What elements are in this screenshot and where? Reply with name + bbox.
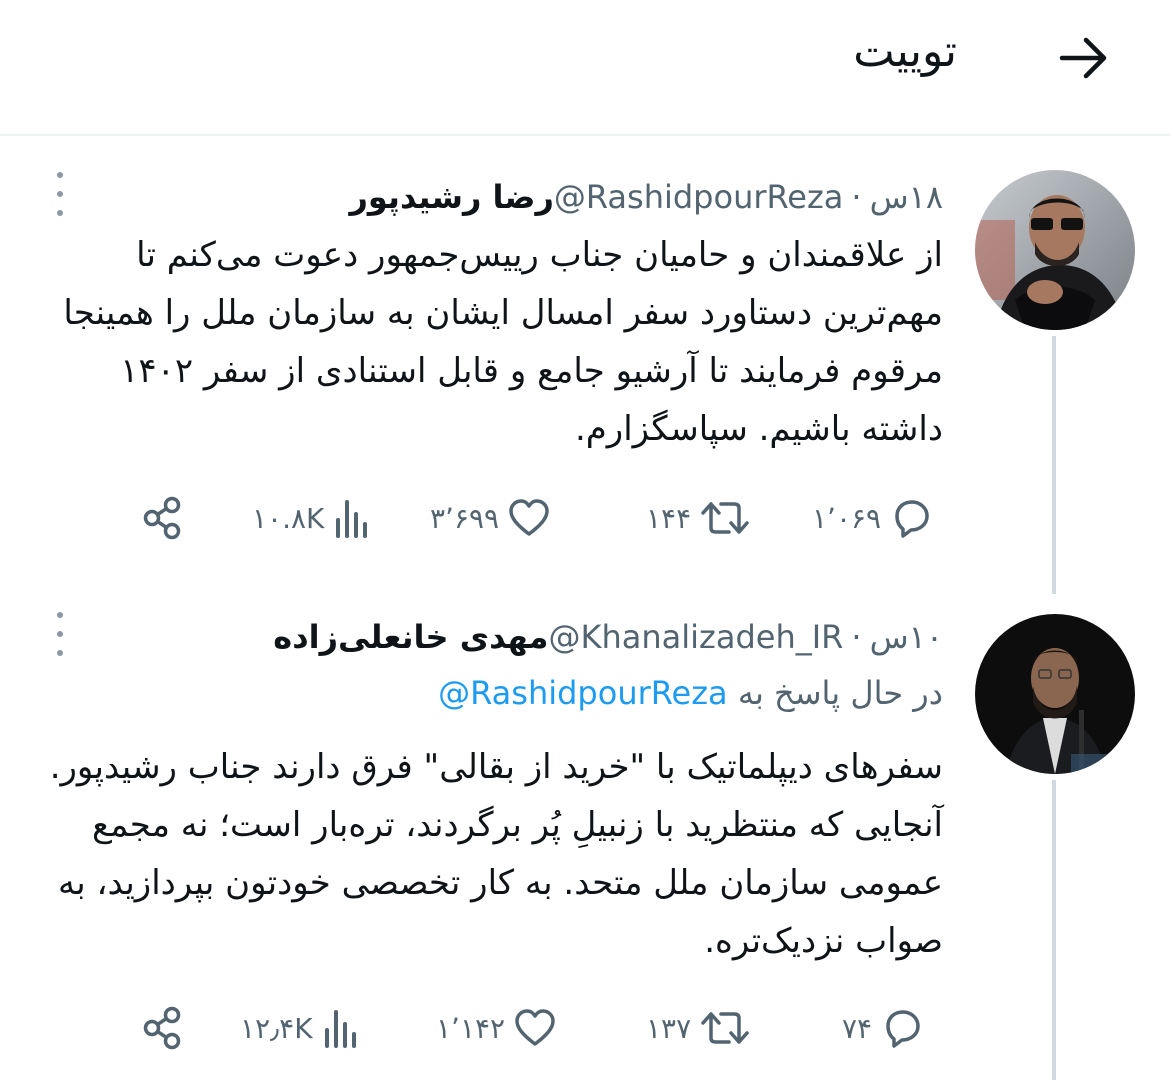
more-dot-icon bbox=[57, 650, 63, 656]
reply-icon bbox=[886, 1010, 920, 1048]
views-chart-icon bbox=[336, 500, 368, 538]
views-button[interactable]: ۱۲٫۴K bbox=[240, 998, 361, 1058]
share-button[interactable] bbox=[140, 998, 186, 1058]
reply-count: ۷۴ bbox=[842, 1011, 873, 1045]
retweet-icon bbox=[701, 1012, 749, 1044]
more-dot-icon bbox=[57, 172, 63, 178]
heart-icon bbox=[515, 1009, 555, 1046]
tweet-header: رضا رشیدپور @RashidpourReza · ۱۸س bbox=[337, 172, 943, 222]
display-name[interactable]: رضا رشیدپور bbox=[349, 178, 553, 216]
like-count: ۳٬۶۹۹ bbox=[430, 501, 500, 535]
retweet-button[interactable]: ۱۴۴ bbox=[646, 488, 751, 548]
tweet-header: مهدی خانعلی‌زاده @Khanalizadeh_IR · ۱۰س bbox=[261, 612, 943, 662]
more-dot-icon bbox=[57, 612, 63, 618]
tweet-text: از علاقمندان و حامیان جناب رییس‌جمهور دع… bbox=[63, 235, 943, 449]
more-dot-icon bbox=[57, 210, 63, 216]
avatar[interactable] bbox=[975, 614, 1135, 774]
retweet-count: ۱۴۴ bbox=[646, 501, 692, 535]
reply-count: ۱٬۰۶۹ bbox=[812, 501, 882, 535]
display-name[interactable]: مهدی خانعلی‌زاده bbox=[273, 618, 548, 656]
views-count: ۱۰.۸K bbox=[252, 501, 325, 535]
tweet-actions: ۱٬۰۶۹ ۱۴۴ ۳٬۶۹۹ ۱۰.۸K bbox=[0, 488, 1171, 548]
avatar-photo bbox=[975, 170, 1135, 330]
more-options-button[interactable] bbox=[50, 172, 70, 216]
more-options-button[interactable] bbox=[50, 612, 70, 656]
more-dot-icon bbox=[57, 191, 63, 197]
reply-button[interactable]: ۷۴ bbox=[842, 998, 924, 1058]
separator: · bbox=[851, 618, 862, 656]
views-button[interactable]: ۱۰.۸K bbox=[252, 488, 372, 548]
timestamp[interactable]: ۱۰س bbox=[870, 618, 943, 656]
retweet-button[interactable]: ۱۳۷ bbox=[646, 998, 751, 1058]
tweet[interactable]: رضا رشیدپور @RashidpourReza · ۱۸س از علا… bbox=[0, 0, 1171, 1080]
views-count: ۱۲٫۴K bbox=[240, 1011, 313, 1045]
reply-button[interactable]: ۱٬۰۶۹ bbox=[812, 488, 933, 548]
heart-icon bbox=[509, 499, 549, 536]
like-button[interactable]: ۳٬۶۹۹ bbox=[430, 488, 551, 548]
avatar-photo bbox=[975, 614, 1135, 774]
tweet-actions: ۷۴ ۱۳۷ ۱٬۱۴۲ ۱۲٫۴K bbox=[0, 998, 1171, 1058]
like-count: ۱٬۱۴۲ bbox=[436, 1011, 506, 1045]
user-handle[interactable]: @Khanalizadeh_IR bbox=[548, 618, 843, 656]
like-button[interactable]: ۱٬۱۴۲ bbox=[436, 998, 557, 1058]
thread-line bbox=[1052, 336, 1056, 594]
separator: · bbox=[851, 178, 862, 216]
reply-icon bbox=[895, 500, 929, 538]
retweet-count: ۱۳۷ bbox=[646, 1011, 692, 1045]
avatar[interactable] bbox=[975, 170, 1135, 330]
views-chart-icon bbox=[324, 1010, 356, 1048]
share-icon bbox=[143, 496, 181, 540]
timestamp[interactable]: ۱۸س bbox=[870, 178, 943, 216]
share-button[interactable] bbox=[140, 488, 186, 548]
more-dot-icon bbox=[57, 631, 63, 637]
retweet-icon bbox=[701, 502, 749, 534]
user-handle[interactable]: @RashidpourReza bbox=[554, 178, 844, 216]
share-icon bbox=[143, 1006, 181, 1050]
